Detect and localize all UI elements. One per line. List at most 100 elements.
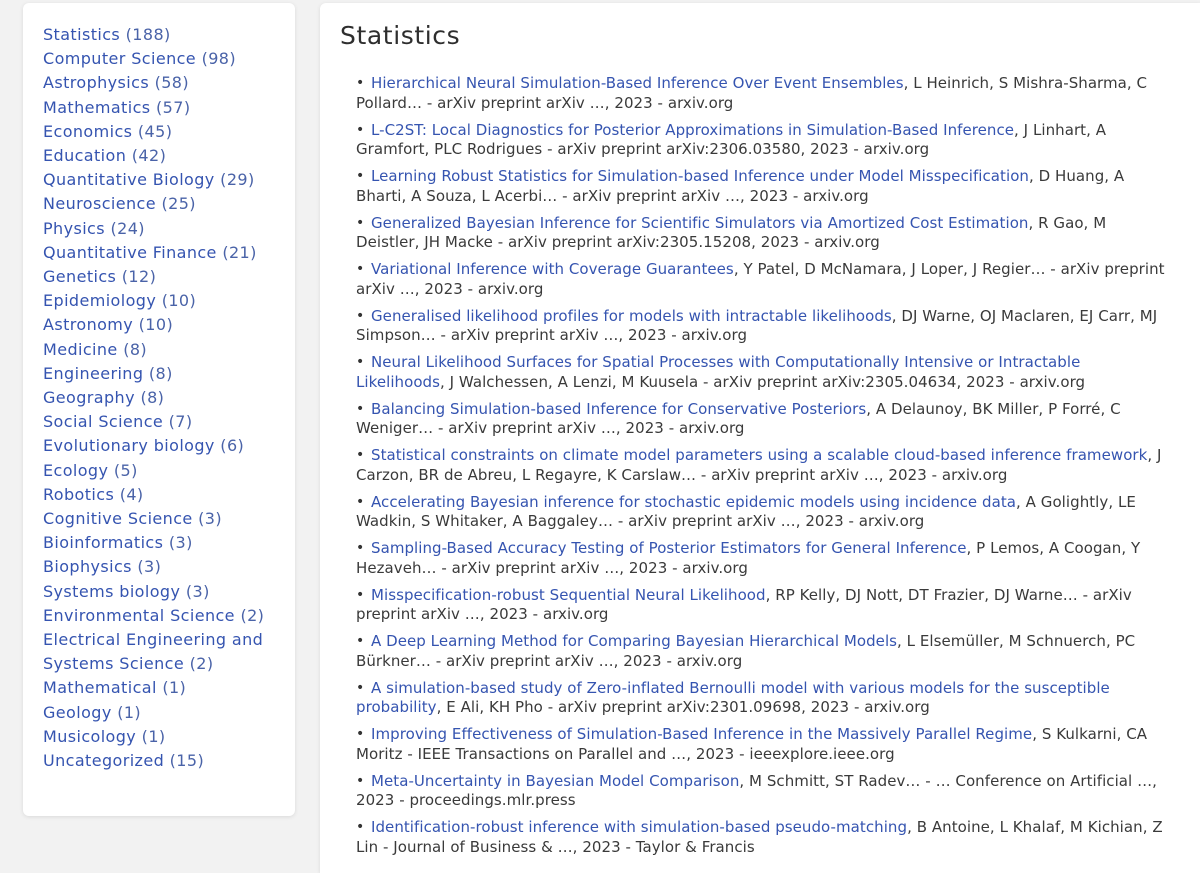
category-link[interactable]: Neuroscience xyxy=(43,194,156,213)
publication-title-link[interactable]: Accelerating Bayesian inference for stoc… xyxy=(371,493,1016,511)
publication-item: L-C2ST: Local Diagnostics for Posterior … xyxy=(356,121,1170,160)
publication-title-link[interactable]: L-C2ST: Local Diagnostics for Posterior … xyxy=(371,121,1014,139)
publication-list: Hierarchical Neural Simulation-Based Inf… xyxy=(340,74,1170,857)
category-item: Epidemiology (10) xyxy=(43,289,283,313)
publication-title-link[interactable]: Variational Inference with Coverage Guar… xyxy=(371,260,734,278)
category-item: Robotics (4) xyxy=(43,483,283,507)
category-link[interactable]: Geography xyxy=(43,388,135,407)
category-count: (57) xyxy=(156,97,191,117)
category-link[interactable]: Education xyxy=(43,146,126,165)
category-count: (4) xyxy=(119,484,144,504)
publication-item: Misspecification-robust Sequential Neura… xyxy=(356,586,1170,625)
category-item: Education (42) xyxy=(43,144,283,168)
category-count: (1) xyxy=(162,678,187,698)
category-item: Mathematics (57) xyxy=(43,96,283,120)
category-link[interactable]: Mathematical xyxy=(43,678,157,697)
category-link[interactable]: Astronomy xyxy=(43,315,133,334)
publication-title-link[interactable]: Improving Effectiveness of Simulation-Ba… xyxy=(371,725,1032,743)
category-link[interactable]: Engineering xyxy=(43,364,143,383)
category-list: Statistics (188) Computer Science (98) A… xyxy=(43,23,283,773)
publication-details: , J Walchessen, A Lenzi, M Kuusela - arX… xyxy=(440,372,1086,391)
category-link[interactable]: Ecology xyxy=(43,461,108,480)
category-count: (2) xyxy=(240,605,265,625)
category-link[interactable]: Musicology xyxy=(43,727,136,746)
category-link[interactable]: Genetics xyxy=(43,267,116,286)
category-link[interactable]: Geology xyxy=(43,703,112,722)
publication-title-link[interactable]: Learning Robust Statistics for Simulatio… xyxy=(371,167,1029,185)
category-item: Engineering (8) xyxy=(43,362,283,386)
category-count: (29) xyxy=(220,170,255,190)
category-link[interactable]: Computer Science xyxy=(43,49,196,68)
category-item: Quantitative Biology (29) xyxy=(43,168,283,192)
category-link[interactable]: Systems biology xyxy=(43,582,180,601)
category-count: (5) xyxy=(113,460,138,480)
category-item: Cognitive Science (3) xyxy=(43,507,283,531)
category-item: Quantitative Finance (21) xyxy=(43,241,283,265)
publication-item: Statistical constraints on climate model… xyxy=(356,446,1170,485)
publication-item: Meta-Uncertainty in Bayesian Model Compa… xyxy=(356,772,1170,811)
publication-item: Accelerating Bayesian inference for stoc… xyxy=(356,493,1170,532)
category-link[interactable]: Quantitative Finance xyxy=(43,243,217,262)
category-count: (42) xyxy=(131,146,167,166)
category-count: (21) xyxy=(222,242,257,262)
category-count: (188) xyxy=(125,25,171,44)
category-link[interactable]: Robotics xyxy=(43,485,114,504)
category-link[interactable]: Social Science xyxy=(43,412,163,431)
publication-title-link[interactable]: Meta-Uncertainty in Bayesian Model Compa… xyxy=(371,772,739,790)
category-link[interactable]: Electrical Engineering and Systems Scien… xyxy=(43,630,263,673)
category-link[interactable]: Medicine xyxy=(43,340,118,359)
publication-item: Hierarchical Neural Simulation-Based Inf… xyxy=(356,74,1170,113)
category-item: Electrical Engineering and Systems Scien… xyxy=(43,628,283,676)
category-count: (45) xyxy=(137,121,173,141)
category-link[interactable]: Evolutionary biology xyxy=(43,436,215,455)
publication-title-link[interactable]: Hierarchical Neural Simulation-Based Inf… xyxy=(371,74,904,92)
publication-title-link[interactable]: Sampling-Based Accuracy Testing of Poste… xyxy=(371,539,967,557)
category-item: Musicology (1) xyxy=(43,725,283,749)
category-link[interactable]: Bioinformatics xyxy=(43,533,163,552)
publication-item: Balancing Simulation-based Inference for… xyxy=(356,400,1170,439)
category-item: Evolutionary biology (6) xyxy=(43,434,283,458)
category-item: Astronomy (10) xyxy=(43,313,283,337)
publication-title-link[interactable]: A Deep Learning Method for Comparing Bay… xyxy=(371,632,897,650)
category-link[interactable]: Physics xyxy=(43,219,105,238)
category-count: (7) xyxy=(168,412,193,432)
category-item: Environmental Science (2) xyxy=(43,604,283,628)
category-link[interactable]: Statistics xyxy=(43,25,120,44)
category-item: Statistics (188) xyxy=(43,23,283,47)
publication-item: A simulation-based study of Zero-inflate… xyxy=(356,679,1170,718)
category-link[interactable]: Uncategorized xyxy=(43,751,164,770)
category-item: Physics (24) xyxy=(43,217,283,241)
category-count: (1) xyxy=(117,702,142,722)
publication-title-link[interactable]: Balancing Simulation-based Inference for… xyxy=(371,400,866,418)
publication-item: Improving Effectiveness of Simulation-Ba… xyxy=(356,725,1170,764)
publication-title-link[interactable]: Identification-robust inference with sim… xyxy=(371,818,907,836)
publication-item: Generalized Bayesian Inference for Scien… xyxy=(356,214,1170,253)
category-item: Genetics (12) xyxy=(43,265,283,289)
category-link[interactable]: Epidemiology xyxy=(43,291,156,310)
category-item: Medicine (8) xyxy=(43,338,283,362)
category-count: (6) xyxy=(220,436,245,456)
category-link[interactable]: Environmental Science xyxy=(43,606,235,625)
category-link[interactable]: Astrophysics xyxy=(43,73,149,92)
category-item: Biophysics (3) xyxy=(43,555,283,579)
category-link[interactable]: Cognitive Science xyxy=(43,509,193,528)
category-count: (8) xyxy=(123,339,148,359)
publication-title-link[interactable]: Generalised likelihood profiles for mode… xyxy=(371,307,892,325)
category-link[interactable]: Quantitative Biology xyxy=(43,170,215,189)
category-count: (3) xyxy=(168,533,193,553)
category-item: Geology (1) xyxy=(43,701,283,725)
category-link[interactable]: Mathematics xyxy=(43,98,151,117)
category-item: Ecology (5) xyxy=(43,459,283,483)
category-item: Neuroscience (25) xyxy=(43,192,283,216)
publication-title-link[interactable]: Generalized Bayesian Inference for Scien… xyxy=(371,214,1028,232)
publication-title-link[interactable]: Misspecification-robust Sequential Neura… xyxy=(371,586,766,604)
publication-title-link[interactable]: Statistical constraints on climate model… xyxy=(371,446,1147,464)
category-link[interactable]: Economics xyxy=(43,122,132,141)
category-count: (15) xyxy=(169,751,205,771)
publication-details: , E Ali, KH Pho - arXiv preprint arXiv:2… xyxy=(436,698,930,716)
publication-item: Neural Likelihood Surfaces for Spatial P… xyxy=(356,353,1170,392)
publication-item: Variational Inference with Coverage Guar… xyxy=(356,260,1170,299)
category-link[interactable]: Biophysics xyxy=(43,557,132,576)
category-count: (3) xyxy=(185,581,210,601)
category-count: (1) xyxy=(141,726,166,746)
